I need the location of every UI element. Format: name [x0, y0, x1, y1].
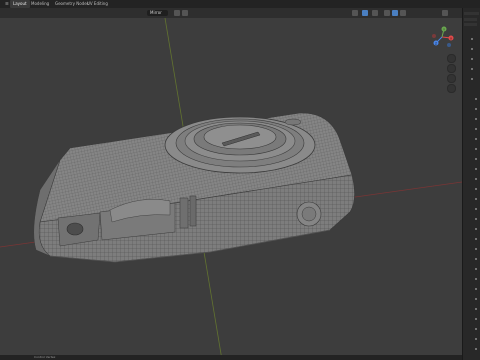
front-button-inner: [301, 206, 317, 222]
list-item[interactable]: [475, 138, 477, 140]
3d-viewport[interactable]: X Y Z: [0, 18, 462, 360]
list-item[interactable]: [475, 318, 477, 320]
lens-cap: [203, 124, 277, 150]
perspective-toggle-button[interactable]: [447, 84, 456, 93]
tab-layout[interactable]: Layout: [10, 0, 30, 8]
list-item[interactable]: [475, 248, 477, 250]
list-item[interactable]: [471, 78, 473, 80]
list-item[interactable]: [475, 128, 477, 130]
zoom-button[interactable]: [447, 54, 456, 63]
gizmo-z-label: Z: [435, 42, 437, 46]
list-item[interactable]: [475, 258, 477, 260]
list-item[interactable]: [475, 308, 477, 310]
sidebar-toggle-icon[interactable]: [442, 10, 448, 16]
list-item[interactable]: [471, 38, 473, 40]
tab-modeling[interactable]: Modeling: [28, 0, 52, 8]
list-item[interactable]: [464, 23, 477, 26]
snap-icon[interactable]: [174, 10, 180, 16]
status-text: Control Vertex: [34, 355, 56, 359]
list-item[interactable]: [475, 268, 477, 270]
list-item[interactable]: [475, 108, 477, 110]
list-item[interactable]: [475, 198, 477, 200]
list-item[interactable]: [475, 218, 477, 220]
list-item[interactable]: [475, 288, 477, 290]
viewport-header: Mirror: [0, 8, 462, 18]
list-item[interactable]: [475, 238, 477, 240]
camera-view-button[interactable]: [447, 74, 456, 83]
proportional-edit-icon[interactable]: [182, 10, 188, 16]
list-item[interactable]: [464, 18, 477, 21]
material-shading-icon[interactable]: [392, 10, 398, 16]
viewport-canvas[interactable]: [0, 18, 462, 360]
status-bar: Control Vertex: [0, 355, 462, 360]
list-item[interactable]: [475, 118, 477, 120]
list-item[interactable]: [475, 338, 477, 340]
list-item[interactable]: [475, 168, 477, 170]
gizmo-x-label: X: [450, 37, 452, 41]
list-item[interactable]: [471, 68, 473, 70]
list-item[interactable]: [475, 348, 477, 350]
list-item[interactable]: [475, 178, 477, 180]
lens-rim-detail: [284, 118, 302, 126]
list-item[interactable]: [475, 208, 477, 210]
list-item[interactable]: [475, 228, 477, 230]
rendered-shading-icon[interactable]: [400, 10, 406, 16]
list-item[interactable]: [475, 298, 477, 300]
overlay-icon[interactable]: [372, 10, 378, 16]
solid-shading-icon[interactable]: [384, 10, 390, 16]
strap-hole: [66, 222, 84, 236]
list-item[interactable]: [475, 278, 477, 280]
list-item[interactable]: [475, 148, 477, 150]
gizmo-y-label: Y: [443, 28, 445, 32]
list-item[interactable]: [475, 188, 477, 190]
view-object-types-icon[interactable]: [352, 10, 358, 16]
list-item[interactable]: [475, 328, 477, 330]
pan-button[interactable]: [447, 64, 456, 73]
navigation-gizmo[interactable]: X Y Z: [429, 24, 455, 50]
list-item[interactable]: [471, 48, 473, 50]
tab-uv-editing[interactable]: UV Editing: [84, 0, 111, 8]
outliner-header[interactable]: [464, 12, 479, 15]
list-item[interactable]: [475, 158, 477, 160]
mode-select[interactable]: Mirror: [147, 10, 168, 16]
seam-2: [189, 195, 197, 227]
seam-1: [179, 197, 189, 229]
list-item[interactable]: [471, 58, 473, 60]
list-item[interactable]: [475, 98, 477, 100]
xray-toggle-icon[interactable]: [362, 10, 368, 16]
outliner-panel: [462, 8, 480, 360]
